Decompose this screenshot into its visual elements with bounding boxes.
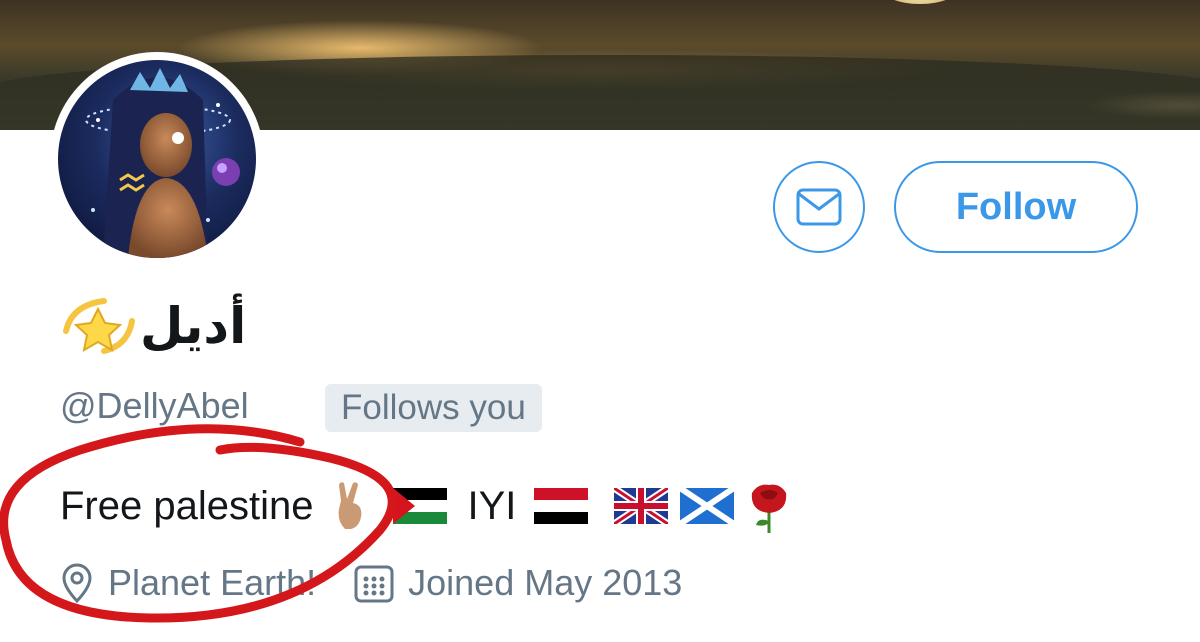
scotland-flag-emoji	[680, 488, 735, 524]
avatar-artwork	[85, 68, 240, 258]
follows-you-badge: Follows you	[325, 384, 542, 432]
joined-date: Joined May 2013	[408, 562, 683, 603]
victory-hand-emoji	[339, 482, 362, 529]
dizzy-star-emoji	[63, 298, 135, 354]
profile-meta: Planet Earth! Joined May 2013	[60, 560, 682, 606]
follow-button[interactable]: Follow	[894, 161, 1138, 253]
bio-text: Free palestine	[60, 483, 314, 528]
username-handle: @DellyAbel	[60, 385, 249, 426]
profile-bio: Free palestine IYI	[60, 478, 792, 534]
message-button[interactable]	[773, 161, 865, 253]
display-name: أديل	[140, 297, 247, 355]
moon-glow	[880, 0, 960, 4]
uk-flag-emoji	[614, 488, 669, 524]
calendar-icon	[354, 565, 394, 603]
envelope-icon	[796, 188, 842, 226]
location-text: Planet Earth!	[108, 562, 317, 603]
location-pin-icon	[62, 563, 92, 603]
profile-name-row: أديل	[60, 290, 246, 362]
bio-middle-text: IYI	[467, 483, 517, 528]
rose-emoji	[752, 484, 787, 533]
yemen-flag-emoji	[534, 488, 589, 524]
avatar[interactable]	[58, 60, 256, 258]
palestine-flag-emoji	[393, 488, 448, 524]
